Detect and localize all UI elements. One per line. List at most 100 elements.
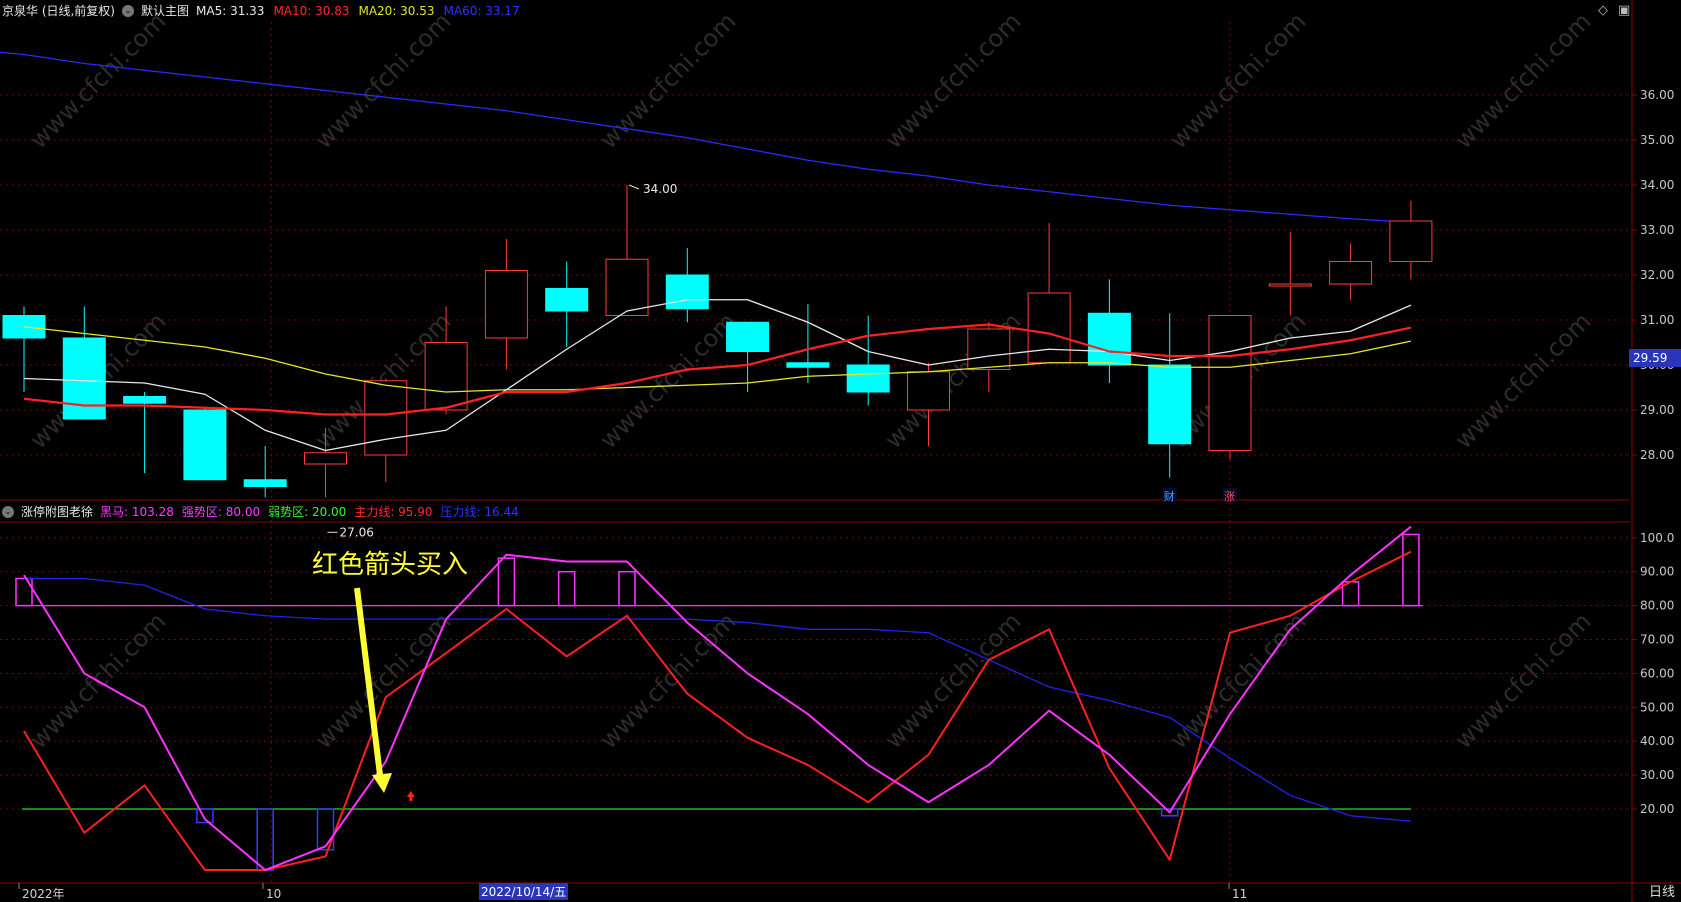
- candle: [1087, 279, 1131, 383]
- candle: [484, 239, 528, 370]
- signal-bar: [497, 557, 516, 607]
- candle-body: [1148, 364, 1192, 445]
- candle: [243, 446, 287, 498]
- candle-body: [1329, 261, 1373, 285]
- price-tick-label: 33.00: [1640, 223, 1674, 237]
- watermark-text: www.cfchi.com: [1449, 607, 1596, 754]
- candle: [1329, 243, 1373, 300]
- osc-tick-label: 30.00: [1640, 768, 1674, 782]
- collapse-icon[interactable]: ⌄: [122, 5, 134, 17]
- candle: [1208, 315, 1252, 460]
- window-icon[interactable]: ▣: [1618, 3, 1630, 18]
- watermark-text: www.cfchi.com: [309, 7, 456, 154]
- candle-body: [484, 270, 528, 339]
- indicator-header: ⌄ 涨停附图老徐 黑马: 103.28 强势区: 80.00 弱势区: 20.00 主…: [0, 501, 519, 523]
- ma-legend-item-1: MA10: 30.83: [273, 4, 350, 18]
- candle-body: [665, 274, 709, 310]
- candle: [123, 392, 167, 473]
- watermark-text: www.cfchi.com: [594, 7, 741, 154]
- last-price-tag: 29.59: [1629, 349, 1681, 367]
- oscillator-pane: [15, 525, 1423, 872]
- symbol-title[interactable]: 京泉华 (日线,前复权): [2, 0, 115, 22]
- annotation-label: 红色箭头买入: [312, 550, 468, 580]
- candle: [1389, 200, 1433, 280]
- candle-body: [846, 364, 890, 393]
- candle: [545, 261, 589, 347]
- grid-layer: [0, 22, 1630, 883]
- candle-body: [1268, 283, 1312, 287]
- price-tick-label: 34.00: [1640, 178, 1674, 192]
- ma-legend-item-0: MA5: 31.33: [196, 4, 265, 18]
- buy-arrow-icon: [406, 791, 415, 801]
- signal-bar: [557, 570, 576, 607]
- watermark-layer: www.cfchi.com www.cfchi.com www.cfchi.com w…: [24, 7, 1596, 754]
- ma-legend: MA5: 31.33 MA10: 30.83 MA20: 30.53 MA60: 33…: [196, 0, 520, 22]
- candle-body: [545, 288, 589, 312]
- event-marker: 涨: [1224, 490, 1235, 503]
- crosshair-date: 2022/10/14/五: [479, 883, 569, 900]
- candle-body: [243, 479, 287, 487]
- price-tick-label: 31.00: [1640, 313, 1674, 327]
- candle-body: [1389, 220, 1433, 262]
- candle-body: [1208, 315, 1252, 451]
- low-label: 27.06: [340, 525, 374, 539]
- candle: [665, 248, 709, 323]
- osc-tick-label: 90.00: [1640, 565, 1674, 579]
- candle-body: [424, 342, 468, 411]
- chart-canvas[interactable]: www.cfchi.com www.cfchi.com www.cfchi.com w…: [0, 0, 1681, 902]
- signal-bar: [196, 808, 214, 824]
- candle: [786, 304, 830, 383]
- candle-body: [123, 396, 167, 404]
- osc-tick-label: 60.00: [1640, 666, 1674, 680]
- candle-body: [304, 452, 347, 465]
- high-label: 34.00: [643, 182, 677, 196]
- osc-tick-label: 80.00: [1640, 599, 1674, 613]
- candle: [62, 306, 106, 420]
- candle: [967, 322, 1011, 392]
- indicator-legend-item-4: 压力线: 16.44: [440, 505, 519, 519]
- annotation-arrowhead: [372, 773, 392, 793]
- price-tick-label: 36.00: [1640, 88, 1674, 102]
- candle-body: [605, 258, 649, 316]
- indicator-legend: 黑马: 103.28 强势区: 80.00 弱势区: 20.00 主力线: 95.90…: [100, 501, 519, 523]
- collapse-icon[interactable]: ⌄: [2, 506, 14, 518]
- watermark-text: www.cfchi.com: [1449, 7, 1596, 154]
- candle-body: [726, 321, 770, 352]
- candle: [846, 315, 890, 406]
- indicator-name[interactable]: 涨停附图老徐: [21, 501, 93, 523]
- price-tick-label: 35.00: [1640, 133, 1674, 147]
- main-header: 京泉华 (日线,前复权) ⌄ 默认主图 MA5: 31.33 MA10: 30.8…: [0, 0, 520, 22]
- candle: [364, 378, 408, 482]
- diamond-icon[interactable]: ◇: [1598, 3, 1608, 18]
- time-label: 2022年: [22, 887, 65, 901]
- candle: [1027, 223, 1071, 364]
- period-button[interactable]: 日线: [1649, 881, 1675, 900]
- osc-tick-label: 100.0: [1640, 531, 1674, 545]
- watermark-text: www.cfchi.com: [1449, 307, 1596, 454]
- watermark-text: www.cfchi.com: [309, 607, 456, 754]
- osc-tick-label: 20.00: [1640, 802, 1674, 816]
- candle: [605, 185, 649, 316]
- indicator-legend-item-3: 主力线: 95.90: [354, 505, 433, 519]
- main-chart-name[interactable]: 默认主图: [141, 0, 189, 22]
- high-marker: [628, 184, 640, 190]
- label-layer: 36.00 35.00 34.00 33.00 32.00 31.00 30.00 29.00…: [22, 88, 1674, 901]
- watermark-text: www.cfchi.com: [594, 307, 741, 454]
- axis-layer: [0, 0, 1681, 902]
- price-tick-label: 29.00: [1640, 403, 1674, 417]
- candle: [1268, 232, 1312, 316]
- time-label: 10: [266, 887, 281, 901]
- osc-tick-label: 50.00: [1640, 700, 1674, 714]
- candle-body: [1087, 312, 1131, 366]
- osc-tick-label: 40.00: [1640, 734, 1674, 748]
- watermark-text: www.cfchi.com: [879, 607, 1026, 754]
- candle-body: [907, 371, 950, 411]
- watermark-text: www.cfchi.com: [594, 607, 741, 754]
- candle-body: [62, 337, 106, 420]
- candle-body: [786, 362, 830, 368]
- watermark-text: www.cfchi.com: [879, 7, 1026, 154]
- event-marker: 财: [1164, 489, 1175, 503]
- indicator-legend-item-1: 强势区: 80.00: [181, 505, 261, 519]
- ma-legend-item-3: MA60: 33.17: [443, 4, 520, 18]
- indicator-legend-item-2: 弱势区: 20.00: [268, 505, 347, 519]
